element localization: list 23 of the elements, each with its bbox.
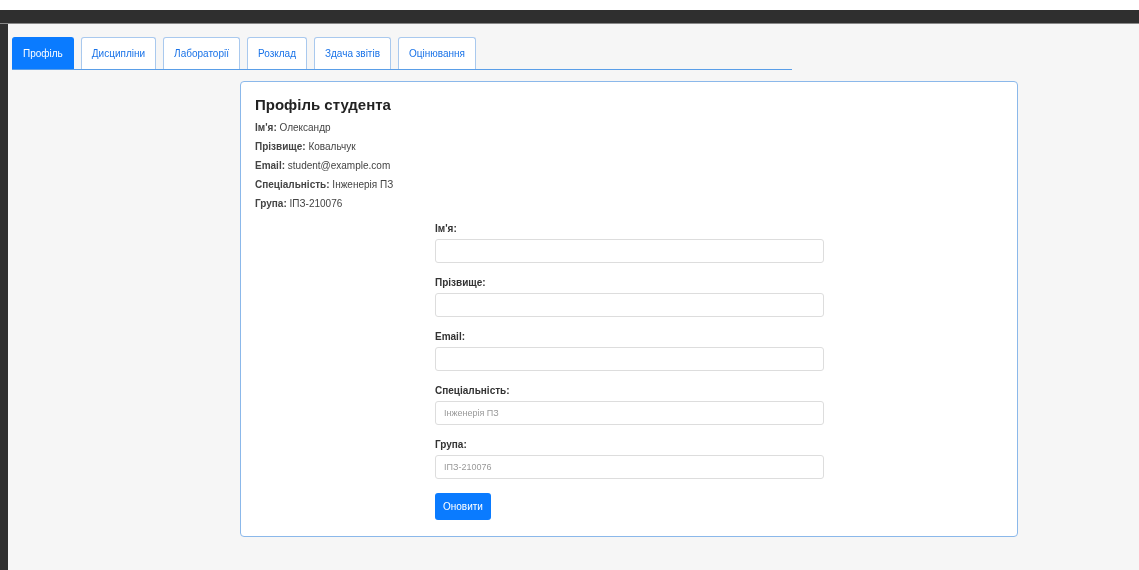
field-label: Спеціальність: <box>435 385 511 397</box>
input-field[interactable] <box>435 239 824 263</box>
info-line: Email: student@example.com <box>255 159 392 173</box>
info-line: Прізвище: Ковальчук <box>255 140 357 154</box>
tab[interactable]: Профіль <box>12 37 74 69</box>
input-field[interactable] <box>435 293 824 317</box>
input-field[interactable]: ІПЗ-210076 <box>435 455 824 479</box>
tab[interactable]: Розклад <box>247 37 307 69</box>
input-field[interactable]: Інженерія ПЗ <box>435 401 824 425</box>
tab[interactable]: Лабораторії <box>163 37 240 69</box>
field-label: Email: <box>435 331 466 343</box>
card-title: Профіль студента <box>255 96 392 114</box>
field-label: Прізвище: <box>435 277 487 289</box>
info-line: Ім'я: Олександр <box>255 121 332 135</box>
tab[interactable]: Оцінювання <box>398 37 476 69</box>
field-label: Група: <box>435 439 468 451</box>
info-line: Група: ІПЗ-210076 <box>255 197 344 211</box>
update-button[interactable]: Оновити <box>435 493 491 520</box>
input-field[interactable] <box>435 347 824 371</box>
field-label: Ім'я: <box>435 223 458 235</box>
tab[interactable]: Здача звітів <box>314 37 391 69</box>
tab[interactable]: Дисципліни <box>80 37 157 69</box>
info-line: Спеціальність: Інженерія ПЗ <box>255 178 395 192</box>
